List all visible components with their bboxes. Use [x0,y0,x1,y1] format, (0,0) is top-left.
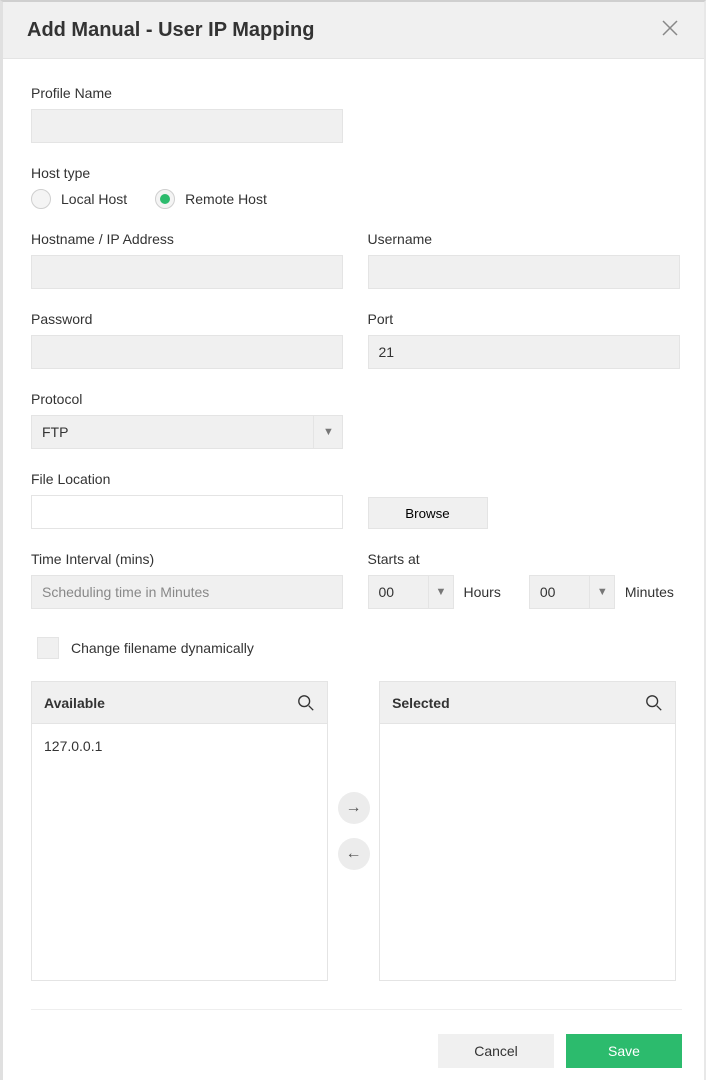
chevron-down-icon: ▼ [428,575,454,609]
start-hours-value: 00 [379,584,395,600]
username-label: Username [368,231,677,247]
file-location-label: File Location [31,471,340,487]
search-icon[interactable] [297,694,315,712]
local-host-label: Local Host [61,191,127,207]
minutes-unit: Minutes [625,584,674,600]
dialog-title: Add Manual - User IP Mapping [27,19,314,42]
selected-title: Selected [392,695,450,711]
arrow-left-icon: ← [346,845,362,863]
protocol-select[interactable]: FTP ▼ [31,415,343,449]
radio-icon [31,189,51,209]
selected-list [380,724,675,980]
available-title: Available [44,695,105,711]
move-left-button[interactable]: ← [338,838,370,870]
remote-host-radio[interactable]: Remote Host [155,189,267,209]
password-label: Password [31,311,340,327]
radio-icon [155,189,175,209]
local-host-radio[interactable]: Local Host [31,189,127,209]
hostname-input[interactable] [31,255,343,289]
search-icon[interactable] [645,694,663,712]
file-location-input[interactable] [31,495,343,529]
available-list: 127.0.0.1 [32,724,327,980]
browse-button[interactable]: Browse [368,497,488,529]
time-interval-input[interactable] [31,575,343,609]
starts-at-label: Starts at [368,551,677,567]
username-input[interactable] [368,255,680,289]
port-input[interactable] [368,335,680,369]
close-icon[interactable] [660,18,680,42]
list-item[interactable]: 127.0.0.1 [32,732,327,760]
hostname-label: Hostname / IP Address [31,231,340,247]
available-panel: Available 127.0.0.1 [31,681,328,981]
chevron-down-icon: ▼ [313,415,343,449]
change-filename-label: Change filename dynamically [71,640,254,656]
start-minutes-value: 00 [540,584,556,600]
remote-host-label: Remote Host [185,191,267,207]
time-interval-label: Time Interval (mins) [31,551,340,567]
hours-unit: Hours [464,584,501,600]
arrow-right-icon: → [346,799,362,817]
protocol-label: Protocol [31,391,676,407]
chevron-down-icon: ▼ [589,575,615,609]
start-hours-select[interactable]: 00 ▼ [368,575,454,609]
port-label: Port [368,311,677,327]
start-minutes-select[interactable]: 00 ▼ [529,575,615,609]
host-type-label: Host type [31,165,676,181]
profile-name-input[interactable] [31,109,343,143]
move-right-button[interactable]: → [338,792,370,824]
profile-name-label: Profile Name [31,85,676,101]
selected-panel: Selected [379,681,676,981]
password-input[interactable] [31,335,343,369]
protocol-value: FTP [42,424,68,440]
save-button[interactable]: Save [566,1034,682,1068]
dialog-header: Add Manual - User IP Mapping [3,2,704,59]
cancel-button[interactable]: Cancel [438,1034,554,1068]
change-filename-checkbox[interactable] [37,637,59,659]
